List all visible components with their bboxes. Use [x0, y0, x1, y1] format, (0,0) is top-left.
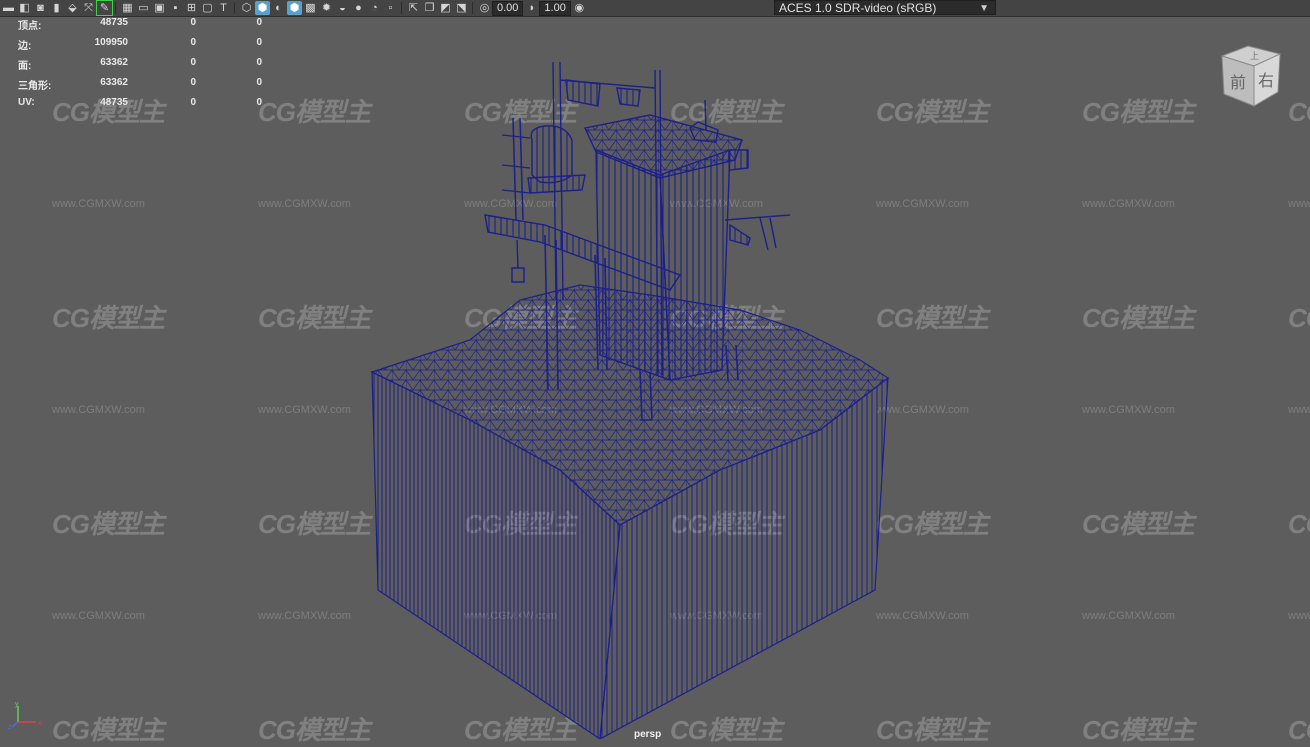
hud-value: 0 — [256, 77, 262, 88]
axis-z-label: z — [8, 724, 12, 730]
axis-gizmo: y x z — [8, 701, 42, 730]
barrel — [530, 125, 573, 184]
hud-label: 三角形: — [18, 81, 52, 92]
banner-cloth-1 — [565, 79, 601, 107]
hud-value: 0 — [190, 77, 196, 88]
hud-value: 48735 — [100, 97, 128, 108]
hud-value: 0 — [190, 57, 196, 68]
tower-box-side — [659, 148, 731, 381]
viewcube-top-label[interactable]: 上 — [1250, 51, 1259, 62]
axis-x-label: x — [38, 720, 42, 727]
hud-value: 0 — [256, 17, 262, 28]
hud-value: 0 — [256, 97, 262, 108]
hud-value: 63362 — [100, 57, 128, 68]
viewport-scene[interactable] — [0, 0, 1310, 739]
viewcube-front-label[interactable]: 前 — [1230, 73, 1246, 92]
hud-label: 面: — [18, 61, 32, 72]
hud-value: 109950 — [94, 37, 128, 48]
hud-value: 0 — [190, 17, 196, 28]
hud-value: 0 — [190, 97, 196, 108]
hud-value: 0 — [190, 37, 196, 48]
view-cube[interactable]: 上 前 右 — [1218, 42, 1286, 110]
hud-value: 63362 — [100, 77, 128, 88]
hud-label: UV: — [18, 97, 35, 108]
viewcube-right-label[interactable]: 右 — [1258, 71, 1274, 90]
banner-cloth-2 — [616, 87, 641, 107]
hud-label: 边: — [18, 41, 32, 52]
camera-name-label: persp — [634, 729, 662, 740]
hud-value: 48735 — [100, 17, 128, 28]
hud-label: 顶点: — [18, 21, 42, 32]
hud-value: 0 — [256, 57, 262, 68]
axis-y-label: y — [15, 701, 19, 708]
hud-value: 0 — [256, 37, 262, 48]
